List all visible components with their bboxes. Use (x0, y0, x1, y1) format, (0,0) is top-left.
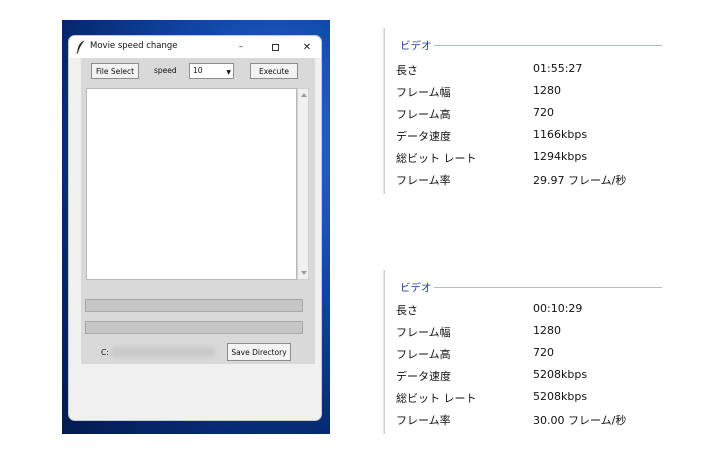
property-row: フレーム高 720 (396, 346, 666, 366)
speed-value: 10 (193, 66, 203, 75)
property-row: フレーム高 720 (396, 106, 666, 126)
property-key: 長さ (396, 304, 418, 317)
property-value: 1294kbps (533, 150, 588, 163)
vertical-scrollbar[interactable] (297, 88, 309, 280)
property-row: フレーム幅 1280 (396, 84, 666, 104)
property-value: 1280 (533, 324, 561, 337)
dropdown-arrow-icon[interactable]: ▼ (226, 69, 231, 76)
section-rule (434, 45, 662, 46)
blurred-path-text (111, 347, 215, 357)
execute-button[interactable]: Execute (250, 63, 298, 79)
property-key: データ速度 (396, 370, 451, 383)
window-title: Movie speed change (90, 41, 178, 51)
property-value: 30.00 フレーム/秒 (533, 414, 627, 427)
property-row: データ速度 5208kbps (396, 368, 666, 388)
speed-combobox[interactable]: 10 ▼ (189, 63, 234, 79)
video-properties-panel-1: ビデオ 長さ 01:55:27 フレーム幅 1280 フレーム高 720 データ速度 1… (370, 28, 670, 194)
property-row: 総ビット レート 1294kbps (396, 150, 666, 170)
property-row: 長さ 00:10:29 (396, 302, 666, 322)
property-key: フレーム高 (396, 348, 451, 361)
property-key: フレーム率 (396, 174, 451, 187)
section-title: ビデオ (400, 40, 432, 52)
property-value: 1166kbps (533, 128, 588, 141)
progress-bar-2 (85, 321, 303, 334)
property-value: 29.97 フレーム/秒 (533, 174, 627, 187)
property-key: フレーム率 (396, 414, 451, 427)
main-frame: File Select speed 10 ▼ Execute C: Save D… (81, 58, 315, 364)
property-row: 長さ 01:55:27 (396, 62, 666, 82)
property-key: 総ビット レート (396, 392, 477, 405)
feather-icon (76, 40, 85, 54)
property-value: 01:55:27 (533, 62, 583, 75)
property-key: フレーム高 (396, 108, 451, 121)
property-value: 5208kbps (533, 368, 588, 381)
app-window: Movie speed change – ✕ File Select speed… (68, 35, 322, 421)
panel-divider (384, 270, 385, 434)
property-key: フレーム幅 (396, 86, 451, 99)
property-key: 長さ (396, 64, 418, 77)
minimize-icon[interactable]: – (233, 39, 249, 55)
property-key: 総ビット レート (396, 152, 477, 165)
property-row: データ速度 1166kbps (396, 128, 666, 148)
save-path-label: C: (101, 348, 109, 357)
log-textarea[interactable] (86, 88, 297, 280)
file-select-button[interactable]: File Select (91, 63, 139, 79)
property-value: 720 (533, 106, 554, 119)
video-properties-panel-2: ビデオ 長さ 00:10:29 フレーム幅 1280 フレーム高 720 データ速度 5… (370, 270, 670, 434)
save-directory-button[interactable]: Save Directory (227, 343, 291, 361)
title-bar: Movie speed change – ✕ (69, 36, 321, 58)
scroll-down-icon[interactable] (301, 271, 307, 275)
property-key: データ速度 (396, 130, 451, 143)
property-row: 総ビット レート 5208kbps (396, 390, 666, 410)
property-row: フレーム率 30.00 フレーム/秒 (396, 412, 666, 432)
property-row: フレーム率 29.97 フレーム/秒 (396, 172, 666, 192)
property-value: 720 (533, 346, 554, 359)
property-value: 1280 (533, 84, 561, 97)
property-row: フレーム幅 1280 (396, 324, 666, 344)
maximize-icon[interactable] (267, 39, 283, 55)
property-value: 5208kbps (533, 390, 588, 403)
panel-divider (384, 28, 385, 194)
scroll-up-icon[interactable] (301, 93, 307, 97)
progress-bar-1 (85, 299, 303, 312)
property-key: フレーム幅 (396, 326, 451, 339)
close-icon[interactable]: ✕ (299, 39, 315, 55)
section-title: ビデオ (400, 282, 432, 294)
speed-label: speed (154, 66, 177, 75)
section-rule (434, 287, 662, 288)
property-value: 00:10:29 (533, 302, 583, 315)
